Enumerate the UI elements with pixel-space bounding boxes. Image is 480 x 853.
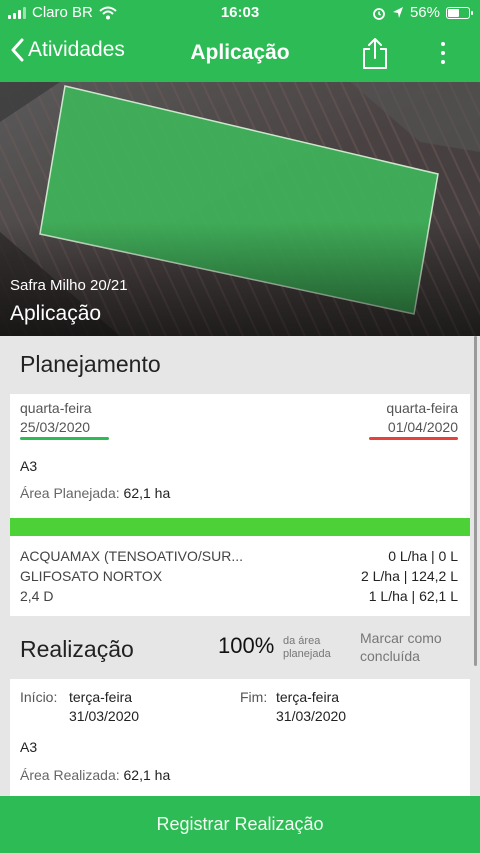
product-name: 2,4 D	[20, 588, 54, 604]
planning-progress-fill	[10, 518, 470, 536]
planned-field-name: A3	[20, 458, 38, 474]
realized-area-value: 62,1 ha	[123, 767, 171, 783]
planned-area: Área Planejada: 62,1 ha	[20, 485, 170, 501]
alarm-icon	[373, 7, 385, 20]
realized-area: Área Realizada: 62,1 ha	[20, 767, 170, 783]
planning-card: quarta-feira 25/03/2020 quarta-feira 01/…	[10, 394, 470, 616]
product-rate: 1 L/ha | 62,1 L	[368, 588, 458, 604]
planned-end-date: 01/04/2020	[387, 419, 458, 435]
realization-percent-note: da área planejada	[283, 635, 331, 661]
battery-percent: 56%	[409, 4, 440, 21]
mark-complete-button[interactable]: Marcar como concluída	[360, 629, 442, 665]
realization-section-title: Realização	[20, 636, 134, 662]
planning-section-title: Planejamento	[20, 351, 161, 377]
realized-end-weekday: terça-feira	[276, 689, 340, 705]
planning-progress-bar	[10, 518, 470, 536]
product-name: GLIFOSATO NORTOX	[20, 568, 163, 584]
status-right: 56%	[372, 4, 473, 21]
realized-start-date: 31/03/2020	[69, 708, 140, 724]
planned-end-weekday: quarta-feira	[386, 400, 458, 416]
season-label: Safra Milho 20/21	[10, 277, 128, 294]
satellite-image	[0, 82, 480, 336]
mark-complete-line: Marcar como	[360, 630, 442, 646]
planned-area-value: 62,1 ha	[123, 485, 171, 501]
realized-start-label: Início:	[20, 689, 58, 705]
realization-percent: 100%	[218, 633, 275, 658]
share-button[interactable]	[362, 36, 388, 75]
planned-start-underline	[20, 437, 109, 440]
realized-start-weekday: terça-feira	[69, 689, 133, 705]
scrollbar[interactable]	[474, 336, 477, 666]
realized-field-name: A3	[20, 739, 38, 755]
realized-area-label: Área Realizada:	[20, 767, 120, 783]
product-rate: 0 L/ha | 0 L	[388, 548, 458, 564]
battery-fill	[448, 8, 459, 17]
more-options-button[interactable]	[436, 40, 450, 66]
realization-card: Início: terça-feira 31/03/2020 Fim: terç…	[10, 679, 470, 796]
planned-end-underline	[369, 437, 458, 440]
hero-title: Aplicação	[10, 302, 102, 325]
percent-note-line: da área	[283, 635, 321, 647]
location-icon	[392, 6, 403, 18]
register-realization-label: Registrar Realização	[156, 814, 324, 834]
planned-start-weekday: quarta-feira	[20, 400, 92, 416]
nav-bar: Atividades Aplicação	[0, 26, 480, 82]
realized-end-date: 31/03/2020	[276, 708, 347, 724]
realized-end-label: Fim:	[240, 689, 268, 705]
percent-note-line: planejada	[283, 648, 331, 660]
status-bar: Claro BR 16:03 56%	[0, 0, 480, 26]
register-realization-button[interactable]: Registrar Realização	[0, 796, 480, 853]
mark-complete-line: concluída	[360, 648, 420, 664]
chevron-left-icon	[11, 38, 24, 62]
planned-area-label: Área Planejada:	[20, 485, 120, 501]
back-label: Atividades	[28, 38, 125, 61]
back-button[interactable]: Atividades	[10, 38, 125, 62]
product-rate: 2 L/ha | 124,2 L	[360, 568, 458, 584]
share-icon	[363, 38, 387, 69]
field-map-image: Safra Milho 20/21 Aplicação	[0, 82, 480, 336]
activity-details[interactable]: Planejamento quarta-feira 25/03/2020 qua…	[0, 336, 480, 796]
planned-start-date: 25/03/2020	[20, 419, 91, 435]
battery-icon	[446, 6, 473, 19]
product-name: ACQUAMAX (TENSOATIVO/SUR...	[20, 548, 243, 564]
